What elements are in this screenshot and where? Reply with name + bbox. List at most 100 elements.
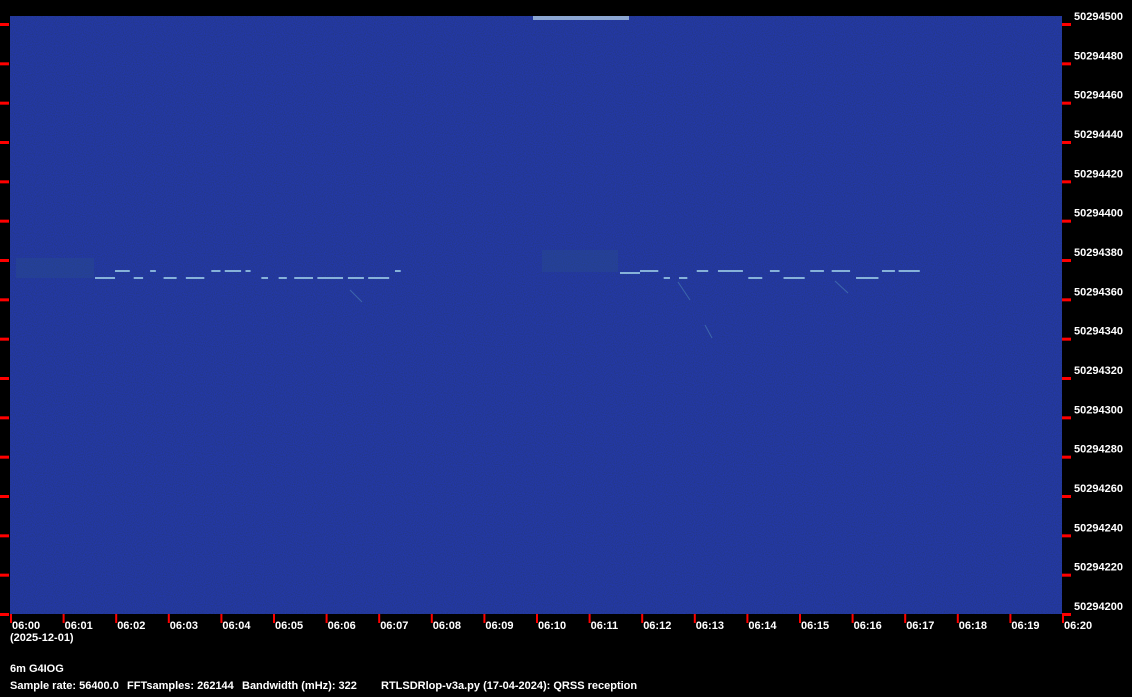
x-tick-label: 06:11 <box>591 620 619 632</box>
y-tick-right <box>1062 298 1071 302</box>
fft-samples: FFTsamples: 262144 <box>127 680 234 692</box>
signal-dash <box>224 270 242 272</box>
y-tick-right <box>1062 455 1071 459</box>
x-tick-label: 06:20 <box>1064 620 1092 632</box>
plot-noise <box>10 16 1062 614</box>
signal-dash <box>783 277 805 279</box>
signal-dash <box>278 277 287 279</box>
signal-dash <box>620 272 640 274</box>
faint-callsign-trace <box>16 258 94 278</box>
signal-dash <box>769 270 780 272</box>
y-tick-left <box>0 495 9 498</box>
y-tick-left <box>0 377 9 380</box>
x-tick-label: 06:09 <box>485 620 513 632</box>
y-tick-left <box>0 613 9 616</box>
signal-dash <box>245 270 251 272</box>
x-tick-label: 06:18 <box>959 620 987 632</box>
y-tick-label: 50294200 <box>1074 601 1123 613</box>
signal-dash <box>347 277 364 279</box>
y-tick-right <box>1062 495 1071 498</box>
y-tick-left <box>0 180 9 184</box>
y-tick-label: 50294380 <box>1074 247 1123 259</box>
y-tick-label: 50294220 <box>1074 562 1123 574</box>
y-tick-left <box>0 455 9 459</box>
y-tick-label: 50294240 <box>1074 522 1123 534</box>
signal-dash <box>831 270 851 272</box>
software-info: RTLSDRlop-v3a.py (17-04-2024): QRSS rece… <box>381 680 638 692</box>
signal-dash <box>663 277 670 279</box>
y-tick-left <box>0 219 9 223</box>
y-tick-right <box>1062 377 1071 380</box>
y-tick-right <box>1062 101 1071 105</box>
y-tick-left <box>0 416 9 420</box>
x-tick-label: 06:03 <box>170 620 198 632</box>
y-tick-label: 50294320 <box>1074 365 1123 377</box>
y-tick-label: 50294500 <box>1074 11 1123 23</box>
y-tick-left <box>0 337 9 341</box>
faint-callsign-trace <box>542 250 618 272</box>
signal-dash <box>748 277 763 279</box>
x-tick-label: 06:08 <box>433 620 461 632</box>
x-tick-label: 06:16 <box>854 620 882 632</box>
y-tick-right <box>1062 573 1071 577</box>
y-tick-label: 50294260 <box>1074 483 1123 495</box>
signal-dash <box>261 277 269 279</box>
y-tick-left <box>0 573 9 577</box>
spectrogram-chart: 50294500 50294480 50294460 50294440 50294420… <box>0 11 1123 644</box>
y-tick-left <box>0 298 9 302</box>
y-tick-label: 50294360 <box>1074 286 1123 298</box>
signal-dash <box>95 277 115 279</box>
signal-dash <box>640 270 659 272</box>
signal-dash <box>810 270 824 272</box>
station-label: 6m G4IOG <box>10 663 64 675</box>
y-tick-left <box>0 141 9 144</box>
sample-rate: Sample rate: 56400.0 <box>10 680 119 692</box>
y-tick-label: 50294300 <box>1074 404 1123 416</box>
x-tick-label: 06:00 <box>12 620 40 632</box>
x-axis: 06:00 06:01 06:02 06:03 06:04 06:05 06:06 06:07… <box>10 614 1092 632</box>
signal-dash <box>696 270 709 272</box>
y-tick-right <box>1062 337 1071 341</box>
y-tick-right <box>1062 219 1071 223</box>
signal-dash <box>150 270 156 272</box>
x-tick-label: 06:07 <box>380 620 408 632</box>
y-tick-label: 50294480 <box>1074 50 1123 62</box>
y-tick-right <box>1062 23 1071 26</box>
x-tick-label: 06:10 <box>538 620 566 632</box>
y-tick-label: 50294280 <box>1074 444 1123 456</box>
y-tick-right <box>1062 416 1071 420</box>
signal-dash <box>856 277 879 279</box>
signal-dash <box>717 270 743 272</box>
y-tick-right <box>1062 180 1071 184</box>
y-tick-label: 50294440 <box>1074 129 1123 141</box>
signal-dash <box>294 277 313 279</box>
signal-dash <box>185 277 205 279</box>
y-tick-left <box>0 259 9 262</box>
x-tick-label: 06:05 <box>275 620 303 632</box>
y-tick-right <box>1062 141 1071 144</box>
signal-dash <box>211 270 221 272</box>
signal-dash <box>163 277 177 279</box>
bandwidth: Bandwidth (mHz): 322 <box>242 680 357 692</box>
y-tick-left <box>0 101 9 105</box>
y-tick-label: 50294460 <box>1074 90 1123 102</box>
x-tick-label: 06:14 <box>748 620 777 632</box>
x-tick-label: 06:01 <box>65 620 93 632</box>
date-label: (2025-12-01) <box>10 632 74 644</box>
y-tick-right <box>1062 259 1071 262</box>
x-tick-label: 06:19 <box>1011 620 1039 632</box>
y-tick-right <box>1062 62 1071 66</box>
x-tick-label: 06:06 <box>328 620 356 632</box>
y-tick-left <box>0 62 9 66</box>
x-tick-label: 06:17 <box>906 620 934 632</box>
x-tick-label: 06:15 <box>801 620 829 632</box>
signal-dash <box>679 277 688 279</box>
y-tick-label: 50294420 <box>1074 168 1123 180</box>
y-tick-right <box>1062 534 1071 538</box>
signal-dash <box>133 277 144 279</box>
x-tick-label: 06:12 <box>643 620 671 632</box>
signal-dash <box>881 270 895 272</box>
signal-dash <box>394 270 401 272</box>
y-tick-label: 50294400 <box>1074 208 1123 220</box>
y-tick-left <box>0 534 9 538</box>
